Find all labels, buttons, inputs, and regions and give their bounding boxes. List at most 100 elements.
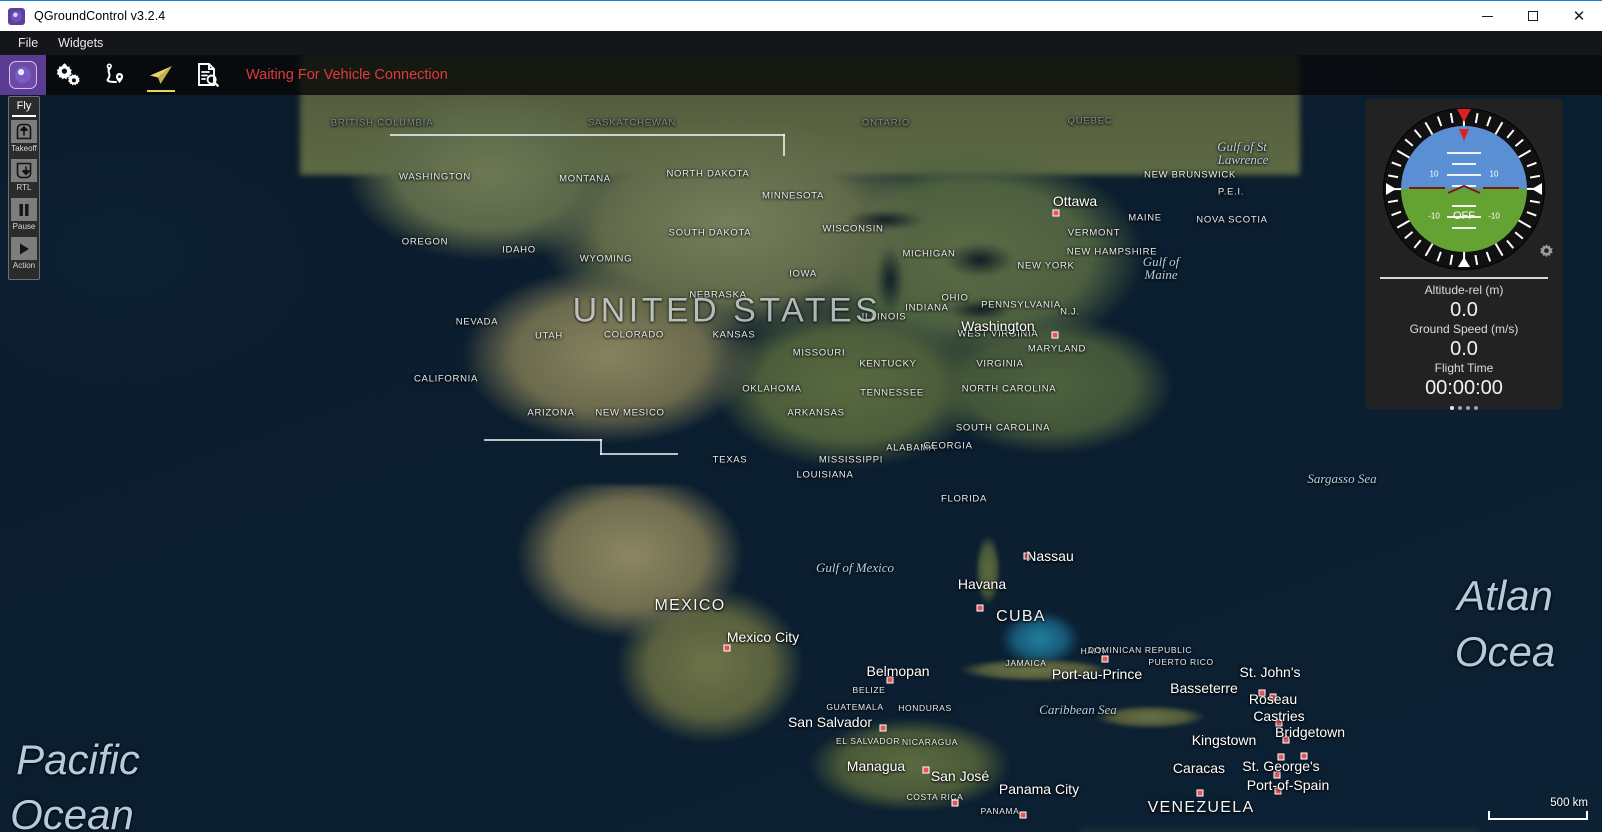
- label-state: MINNESOTA: [761, 190, 825, 202]
- ground-speed-value: 0.0: [1450, 337, 1478, 360]
- aircraft-wing-left: [1409, 187, 1445, 190]
- adi-tick: [1388, 199, 1399, 204]
- landmass-cuba: [940, 640, 1140, 700]
- window-controls: ✕: [1464, 1, 1602, 32]
- label-country: BELIZE: [852, 685, 886, 695]
- gear-icon[interactable]: [1537, 241, 1555, 259]
- capital-marker: [1274, 787, 1282, 795]
- label-state: ILLINOIS: [861, 311, 907, 323]
- label-state: NEW BRUNSWICK: [1144, 169, 1236, 181]
- capital-marker: [879, 724, 887, 732]
- label-capital: Bridgetown: [1274, 724, 1346, 740]
- adi-tick: [1449, 254, 1454, 265]
- takeoff-button[interactable]: [11, 120, 37, 143]
- label-state: MARYLAND: [1027, 343, 1087, 355]
- adi-tick: [1474, 113, 1479, 124]
- action-button[interactable]: [11, 237, 37, 260]
- label-state: ARKANSAS: [787, 407, 845, 419]
- border-usa-canada-west: [390, 134, 785, 136]
- label-capital: Castries: [1253, 708, 1305, 724]
- adi-tick: [1514, 138, 1524, 147]
- rtl-button[interactable]: [11, 159, 37, 182]
- adi-tick: [1486, 116, 1492, 127]
- label-capital: Panama City: [998, 781, 1080, 797]
- label-ocean: Ocean: [10, 791, 134, 832]
- qgc-menu-button[interactable]: [0, 55, 46, 95]
- page-dot[interactable]: [1450, 405, 1454, 410]
- label-state: OKLAHOMA: [742, 383, 802, 395]
- label-state: PENNSYLVANIA: [981, 299, 1061, 311]
- label-country: NICARAGUA: [902, 737, 958, 747]
- capital-marker: [886, 676, 894, 684]
- label-state: GEORGIA: [923, 440, 973, 452]
- maximize-button[interactable]: [1510, 1, 1556, 32]
- menubar: File Widgets: [0, 31, 1602, 55]
- takeoff-label: Takeoff: [11, 144, 37, 153]
- bahamas-shelf: [980, 595, 1110, 685]
- adi-tick: [1529, 174, 1540, 179]
- fly-button[interactable]: [138, 55, 184, 95]
- label-capital: Belmopan: [866, 663, 930, 679]
- label-state: TEXAS: [712, 454, 748, 466]
- label-country: COSTA RICA: [906, 792, 964, 802]
- adi-tick: [1436, 116, 1442, 127]
- adi-tick: [1404, 138, 1414, 147]
- capital-marker: [1277, 753, 1285, 761]
- label-country: UNITED STATES: [572, 291, 882, 330]
- window-title: QGroundControl v3.2.4: [34, 9, 166, 23]
- analyze-button[interactable]: [184, 55, 230, 95]
- scale-bar-line: [1488, 811, 1588, 820]
- menu-item-file[interactable]: File: [8, 33, 48, 53]
- label-ontario: ONTARIO: [861, 117, 911, 129]
- label-state: SOUTH CAROLINA: [955, 422, 1051, 434]
- adi-tick: [1391, 211, 1402, 217]
- vehicle-connection-status: Waiting For Vehicle Connection: [246, 67, 448, 83]
- landmass-hispaniola: [1080, 695, 1230, 741]
- label-capital: San Salvador: [787, 714, 873, 730]
- pitch-line-10: [1447, 174, 1481, 176]
- page-dot[interactable]: [1466, 405, 1470, 410]
- menu-item-widgets[interactable]: Widgets: [48, 33, 113, 53]
- adi-tick: [1529, 199, 1540, 204]
- label-state: LOUISIANA: [796, 469, 854, 481]
- minimize-button[interactable]: [1464, 1, 1510, 32]
- adi-tick: [1474, 254, 1479, 265]
- pitch-label-dn-right: -10: [1488, 211, 1500, 221]
- label-state: NEW YORK: [1017, 260, 1075, 272]
- label-country: EL SALVADOR: [835, 736, 901, 746]
- label-capital: Nassau: [1026, 548, 1074, 564]
- label-state: WASHINGTON: [399, 171, 471, 183]
- document-search-icon: [198, 63, 219, 87]
- takeoff-arrow-up-icon: [16, 123, 32, 140]
- close-icon: ✕: [1572, 6, 1586, 25]
- roll-pointer-bottom-icon: [1458, 257, 1470, 267]
- page-dot[interactable]: [1474, 405, 1478, 410]
- adi-tick: [1413, 239, 1422, 249]
- adi-tick: [1388, 174, 1399, 179]
- label-capital: St. John's: [1239, 664, 1301, 680]
- plan-button[interactable]: [92, 55, 138, 95]
- landmass-south-america: [1080, 825, 1480, 832]
- attitude-indicator[interactable]: 10 10 -10 -10 OFF: [1384, 109, 1544, 269]
- settings-button[interactable]: [46, 55, 92, 95]
- roll-pointer-right-icon: [1532, 183, 1542, 195]
- label-ocean: Ocea: [1454, 628, 1556, 675]
- capital-marker: [976, 604, 984, 612]
- label-ocean: Pacific: [16, 736, 140, 783]
- label-state: MISSOURI: [792, 347, 846, 359]
- map-canvas[interactable]: BRITISH COLUMBIA SASKATCHEWAN ONTARIO QU…: [0, 55, 1602, 832]
- landmass-north-america: [310, 55, 1210, 535]
- close-button[interactable]: ✕: [1556, 1, 1602, 32]
- label-state: N.J.: [1060, 306, 1080, 318]
- label-state: NEBRASKA: [689, 289, 747, 301]
- adi-tick: [1436, 251, 1442, 262]
- roll-pointer-left-icon: [1386, 183, 1396, 195]
- label-state: OHIO: [941, 292, 969, 304]
- instrument-page-dots[interactable]: [1366, 405, 1562, 410]
- page-dot[interactable]: [1458, 405, 1462, 410]
- altitude-rel-value: 0.0: [1450, 298, 1478, 321]
- pause-button[interactable]: [11, 198, 37, 221]
- label-water-body: Gulf of Mexico: [816, 560, 894, 575]
- pitch-line: [1452, 205, 1476, 207]
- adi-tick: [1526, 211, 1537, 217]
